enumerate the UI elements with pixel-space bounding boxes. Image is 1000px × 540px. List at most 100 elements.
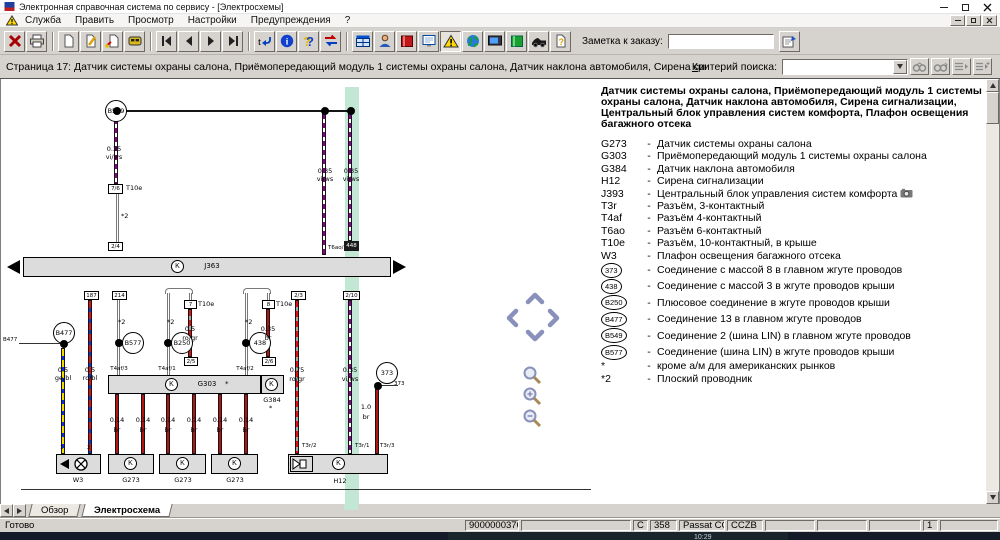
combo-dropdown-button[interactable] <box>893 60 907 74</box>
legend-item: B477-Соединение 13 в главном жгуте прово… <box>601 311 991 327</box>
last-page-button[interactable] <box>222 31 243 52</box>
scroll-down-button[interactable] <box>986 491 999 504</box>
documents-button[interactable] <box>418 31 439 52</box>
wire-size-label: 1.0 <box>358 404 374 412</box>
tab-overview[interactable]: Обзор <box>28 504 81 517</box>
print-button[interactable] <box>26 31 47 52</box>
minimize-icon[interactable] <box>940 7 948 8</box>
component-g303[interactable] <box>108 375 261 394</box>
first-page-button[interactable] <box>156 31 177 52</box>
mdi-minimize-icon[interactable] <box>950 15 965 26</box>
search-combobox[interactable] <box>782 59 908 75</box>
order-note-input[interactable] <box>668 34 774 49</box>
pin-label: T3r/3 <box>380 443 394 449</box>
pin-label: T3r/1 <box>355 443 369 449</box>
component-label-g273: G273 <box>168 477 198 485</box>
track-ref-box: 2/5 <box>184 357 198 366</box>
media-button[interactable] <box>484 31 505 52</box>
pin-label: T4af/3 <box>104 366 134 372</box>
status-cell <box>765 520 815 531</box>
track-ref-box: 2/6 <box>262 357 276 366</box>
find-next-button[interactable] <box>910 58 929 75</box>
vehicle-button[interactable] <box>124 31 145 52</box>
pan-up-icon[interactable] <box>525 292 545 305</box>
close-icon[interactable] <box>983 3 992 12</box>
connection-b577[interactable]: B577 <box>122 332 144 354</box>
tab-scroll-right-button[interactable] <box>13 504 26 517</box>
legend-item: B577-Соединение (шина LIN) в жгуте прово… <box>601 344 991 360</box>
zoom-in-icon[interactable] <box>522 387 544 406</box>
wire-color-label: br <box>156 427 180 435</box>
pan-right-icon[interactable] <box>547 308 560 328</box>
wiring-diagrams-button[interactable] <box>440 31 461 52</box>
find-prev-button[interactable] <box>931 58 950 75</box>
menu-item-prosmotr[interactable]: Просмотр <box>121 14 181 27</box>
vehicle-data-button[interactable] <box>528 31 549 52</box>
pin-label: 1 <box>60 445 64 451</box>
legend-item-desc: Датчик системы охраны салона <box>657 138 991 150</box>
wire-size-label: 0.14 <box>131 417 155 425</box>
menu-item-preduprezhdeniya[interactable]: Предупреждения <box>244 14 338 27</box>
printer-icon <box>29 34 45 48</box>
abort-button[interactable] <box>4 31 25 52</box>
order-note-button[interactable] <box>779 31 800 52</box>
manuals-button[interactable] <box>396 31 417 52</box>
camera-icon[interactable] <box>900 188 913 198</box>
car-side-icon <box>531 34 547 48</box>
scroll-up-button[interactable] <box>986 79 999 92</box>
pan-down-icon[interactable] <box>525 329 545 342</box>
sync-button[interactable] <box>320 31 341 52</box>
prev-page-button[interactable] <box>178 31 199 52</box>
web-button[interactable] <box>462 31 483 52</box>
taskbar-app-segment[interactable] <box>448 532 788 540</box>
add-all-to-list-button[interactable] <box>973 58 992 75</box>
flat-conductor <box>117 300 120 375</box>
connector-label: T10e <box>126 185 142 193</box>
zoom-reset-icon[interactable] <box>522 366 544 385</box>
history-back-button[interactable]: t <box>254 31 275 52</box>
tab-schematic[interactable]: Электросхема <box>82 504 173 517</box>
chevron-left-icon <box>4 508 9 514</box>
info-button[interactable]: i <box>276 31 297 52</box>
binoculars-icon <box>912 61 927 72</box>
add-to-list-button[interactable] <box>952 58 971 75</box>
next-page-button[interactable] <box>200 31 221 52</box>
legend-item: T6ao-Разъём 6-контактный <box>601 225 991 237</box>
mdi-close-icon[interactable] <box>982 15 997 26</box>
connector-label: T10e <box>276 301 292 309</box>
person-icon <box>377 34 393 48</box>
question-icon: ?? <box>301 34 317 48</box>
search-input[interactable] <box>783 60 893 74</box>
wire-color-label: ge/bl <box>52 375 74 383</box>
pan-left-icon[interactable] <box>506 308 519 328</box>
mdi-restore-icon[interactable] <box>966 15 981 26</box>
os-taskbar[interactable]: 10:29 <box>0 532 1000 540</box>
pin-label: T4af/2 <box>230 366 260 372</box>
help-button[interactable]: ?? <box>298 31 319 52</box>
sync-arrows-icon <box>323 34 339 48</box>
import-doc-button[interactable] <box>102 31 123 52</box>
pin-label: T4af/1 <box>152 366 182 372</box>
menu-item-nastroiki[interactable]: Настройки <box>181 14 244 27</box>
taskbar-clock: 10:29 <box>694 534 712 540</box>
menu-item-pravit[interactable]: Править <box>68 14 121 27</box>
modules-button[interactable] <box>352 31 373 52</box>
edit-doc-button[interactable] <box>80 31 101 52</box>
green-manual-button[interactable] <box>506 31 527 52</box>
document-question-icon: ? <box>553 34 569 48</box>
customer-button[interactable] <box>374 31 395 52</box>
wire-color-label: br <box>131 427 155 435</box>
main-area: B549 0.35 vi/ws 7/6 T10e *2 2/4 0.35 vi/… <box>0 79 1000 504</box>
menu-item-sluzhba[interactable]: Служба <box>18 14 68 27</box>
junction-dot <box>347 107 355 115</box>
vertical-scrollbar[interactable] <box>986 79 999 504</box>
new-doc-button[interactable] <box>58 31 79 52</box>
tab-scroll-left-button[interactable] <box>0 504 13 517</box>
scrollbar-thumb[interactable] <box>986 92 999 124</box>
zoom-out-icon[interactable] <box>522 409 544 428</box>
menu-item-help[interactable]: ? <box>338 14 358 27</box>
maximize-icon[interactable] <box>962 4 969 11</box>
status-cell <box>817 520 867 531</box>
lamp-arrow-icon <box>60 459 69 469</box>
doc-help-button[interactable]: ? <box>550 31 571 52</box>
